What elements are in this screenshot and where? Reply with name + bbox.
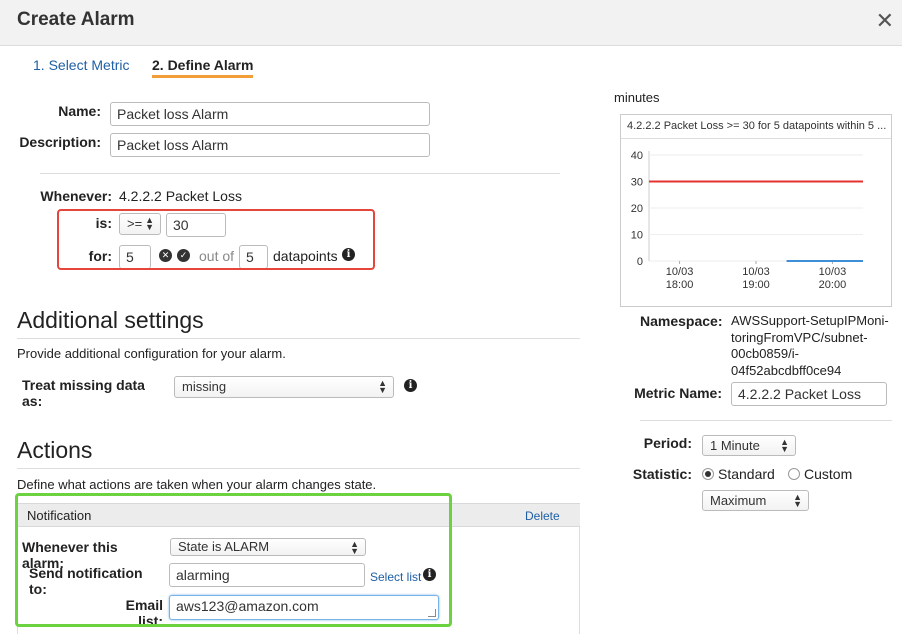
namespace-line: 00cb0859/i-: [731, 346, 799, 361]
period-value: 1 Minute: [710, 438, 760, 453]
namespace-value: AWSSupport-SetupIPMoni- toringFromVPC/su…: [731, 313, 889, 379]
additional-settings-description: Provide additional configuration for you…: [17, 346, 286, 361]
statistic-custom-label: Custom: [804, 466, 853, 482]
period-label: Period:: [643, 435, 692, 451]
description-label: Description:: [19, 134, 101, 150]
period-select[interactable]: 1 Minute ▲ ▼: [702, 435, 796, 456]
close-icon[interactable]: ✕: [876, 8, 894, 34]
y-tick-label: 20: [631, 203, 643, 215]
chart-plot: 40302010010/0318:0010/0319:0010/0320:00: [631, 150, 863, 291]
divider: [17, 338, 580, 339]
delete-link[interactable]: Delete: [525, 509, 560, 523]
statistic-label: Statistic:: [632, 466, 692, 482]
divider: [640, 420, 892, 421]
y-tick-label: 0: [637, 256, 643, 268]
name-label: Name:: [58, 103, 101, 119]
whenever-metric: 4.2.2.2 Packet Loss: [119, 188, 242, 204]
dialog-header: Create Alarm ✕: [0, 0, 902, 46]
info-icon[interactable]: i: [404, 379, 417, 392]
minutes-label: minutes: [614, 90, 660, 105]
missing-data-label: Treat missing data as:: [22, 377, 145, 409]
y-tick-label: 10: [631, 230, 643, 242]
notification-highlight: [15, 493, 452, 627]
namespace-line: 04f52abcdbff0ce94: [731, 362, 842, 378]
actions-description: Define what actions are taken when your …: [17, 477, 377, 492]
description-input[interactable]: [110, 133, 430, 157]
missing-data-value: missing: [182, 379, 227, 394]
dialog-title: Create Alarm: [17, 9, 135, 30]
statistic-custom-radio[interactable]: [788, 468, 800, 480]
name-input[interactable]: [110, 102, 430, 126]
namespace-line: toringFromVPC/subnet-: [731, 329, 868, 345]
statistic-standard-radio[interactable]: [702, 468, 714, 480]
additional-settings-heading: Additional settings: [17, 307, 204, 333]
statistic-standard-label: Standard: [718, 466, 775, 482]
y-tick-label: 40: [631, 150, 643, 162]
x-tick-label: 10/03: [742, 266, 770, 278]
alarm-condition-highlight: [57, 209, 375, 270]
x-tick-label: 18:00: [666, 279, 694, 291]
missing-data-select[interactable]: missing ▲ ▼: [174, 376, 394, 398]
statistic-select[interactable]: Maximum ▲ ▼: [702, 490, 809, 511]
x-tick-label: 20:00: [819, 279, 847, 291]
step-define-alarm[interactable]: 2. Define Alarm: [152, 57, 254, 78]
actions-heading: Actions: [17, 437, 93, 463]
divider: [17, 468, 580, 469]
chart-title: 4.2.2.2 Packet Loss >= 30 for 5 datapoin…: [627, 120, 887, 132]
namespace-line: AWSSupport-SetupIPMoni-: [731, 313, 889, 328]
whenever-label: Whenever:: [40, 188, 112, 204]
stepper-arrows-icon: ▲ ▼: [793, 492, 802, 509]
step-select-metric[interactable]: 1. Select Metric: [33, 57, 129, 73]
stepper-arrows-icon: ▲ ▼: [780, 437, 789, 454]
x-tick-label: 10/03: [666, 266, 694, 278]
statistic-value: Maximum: [710, 493, 767, 508]
alarm-preview-chart: 4.2.2.2 Packet Loss >= 30 for 5 datapoin…: [620, 114, 892, 307]
x-tick-label: 10/03: [819, 266, 847, 278]
divider: [40, 173, 560, 174]
x-tick-label: 19:00: [742, 279, 770, 291]
stepper-arrows-icon: ▲ ▼: [378, 378, 387, 395]
namespace-label: Namespace:: [640, 313, 723, 329]
y-tick-label: 30: [631, 177, 643, 189]
metric-name-input[interactable]: [731, 382, 887, 406]
metric-name-label: Metric Name:: [634, 385, 722, 401]
